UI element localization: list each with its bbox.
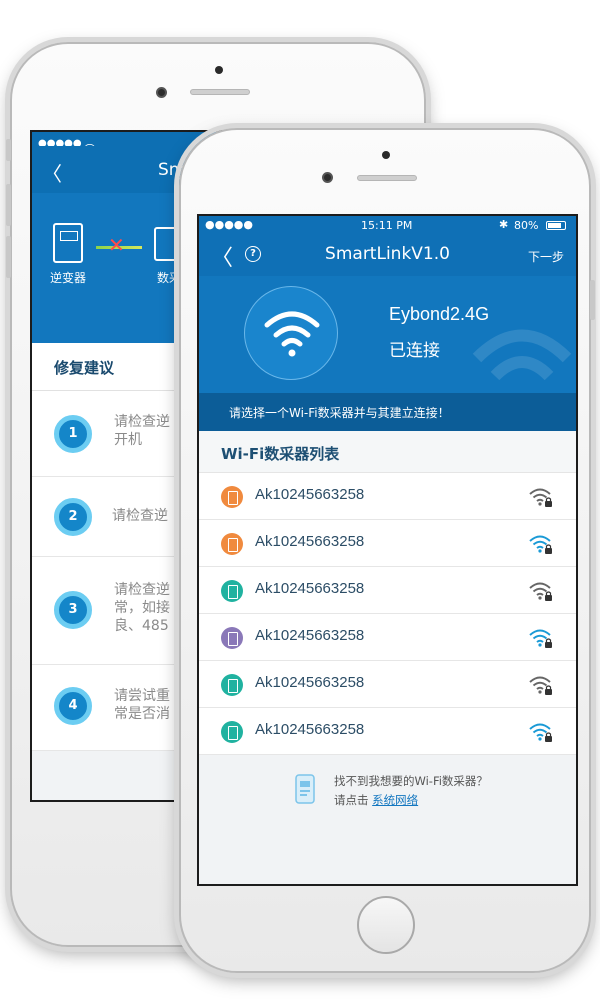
system-network-link[interactable]: 系统网络	[372, 793, 418, 807]
collector-device-icon	[221, 533, 243, 555]
collector-device-icon	[221, 580, 243, 602]
sensor-dot	[215, 66, 223, 74]
step-text: 请检查逆 开机	[114, 414, 170, 448]
device-name: Ak10245663258	[255, 533, 365, 550]
locked-wifi-signal-icon	[529, 582, 552, 601]
disconnect-icon: ✕	[108, 233, 125, 257]
locked-wifi-signal-icon	[529, 676, 552, 695]
instruction-tip: 请选择一个Wi-Fi数采器并与其建立连接！	[199, 393, 576, 431]
connection-status: 已连接	[389, 341, 440, 361]
status-time: 15:11 PM	[361, 219, 413, 232]
sensor-dot	[382, 151, 390, 159]
volume-up-button	[6, 184, 11, 226]
device-name: Ak10245663258	[255, 721, 365, 738]
device-list-title: Wi-Fi数采器列表	[199, 431, 576, 473]
locked-wifi-signal-icon	[529, 535, 552, 554]
step-number-badge: 2	[54, 498, 92, 536]
power-button	[590, 280, 595, 320]
step-number-badge: 3	[54, 591, 92, 629]
speaker-grille	[357, 175, 417, 181]
device-list-item[interactable]: Ak10245663258	[199, 661, 576, 708]
front-phone: ●●●●● 15:11 PM ✱ 80% 〈 ? SmartLinkV1.0 下…	[179, 128, 595, 973]
help-question: 找不到我想要的Wi-Fi数采器？	[334, 774, 488, 788]
inverter-icon	[53, 223, 83, 263]
wifi-icon	[264, 311, 320, 357]
device-name: Ak10245663258	[255, 674, 365, 691]
device-name: Ak10245663258	[255, 627, 365, 644]
device-name: Ak10245663258	[255, 486, 365, 503]
locked-wifi-signal-icon	[529, 723, 552, 742]
next-step-button[interactable]: 下一步	[528, 248, 564, 265]
front-camera	[156, 87, 167, 98]
front-screen: ●●●●● 15:11 PM ✱ 80% 〈 ? SmartLinkV1.0 下…	[197, 214, 578, 886]
inverter-device: 逆变器	[50, 223, 86, 286]
device-name: Ak10245663258	[255, 580, 365, 597]
wifi-connected-badge	[244, 286, 338, 380]
help-instruction: 请点击 系统网络	[334, 793, 419, 807]
step-text: 请检查逆 常，如接 良、485	[114, 582, 170, 634]
volume-down-button	[6, 236, 11, 278]
device-list-item[interactable]: Ak10245663258	[199, 473, 576, 520]
bluetooth-icon: ✱	[499, 218, 509, 231]
mute-switch	[6, 139, 11, 161]
collector-device-icon	[221, 721, 243, 743]
device-list-item[interactable]: Ak10245663258	[199, 708, 576, 755]
wifi-watermark-icon	[472, 329, 572, 381]
help-area: 找不到我想要的Wi-Fi数采器？ 请点击 系统网络	[199, 755, 576, 855]
connection-hero: Eybond2.4G 已连接	[199, 276, 576, 393]
step-number-badge: 1	[54, 415, 92, 453]
speaker-grille	[190, 89, 250, 95]
device-list: Ak10245663258 Ak10245663258 Ak10245663258 A…	[199, 473, 576, 755]
step-number-badge: 4	[54, 687, 92, 725]
signal-strength-icon: ●●●●●	[205, 218, 253, 231]
status-bar: ●●●●● 15:11 PM ✱ 80%	[199, 216, 576, 234]
collector-device-icon	[221, 486, 243, 508]
battery-percent: 80%	[514, 219, 539, 232]
locked-wifi-signal-icon	[529, 629, 552, 648]
phone-help-icon	[295, 774, 315, 804]
device-list-item[interactable]: Ak10245663258	[199, 567, 576, 614]
step-text: 请尝试重 常是否消	[114, 688, 170, 722]
collector-device-icon	[221, 627, 243, 649]
collector-device-icon	[221, 674, 243, 696]
back-chevron-icon[interactable]: 〈	[42, 158, 62, 187]
nav-bar: 〈 ? SmartLinkV1.0 下一步	[199, 234, 576, 276]
connected-network-name: Eybond2.4G	[389, 304, 490, 324]
device-list-item[interactable]: Ak10245663258	[199, 520, 576, 567]
home-button[interactable]	[357, 896, 415, 954]
step-text: 请检查逆	[112, 508, 168, 524]
locked-wifi-signal-icon	[529, 488, 552, 507]
front-camera	[322, 172, 333, 183]
device-list-item[interactable]: Ak10245663258	[199, 614, 576, 661]
nav-title: SmartLinkV1.0	[325, 244, 450, 264]
battery-icon	[546, 221, 566, 230]
inverter-label: 逆变器	[50, 271, 87, 285]
